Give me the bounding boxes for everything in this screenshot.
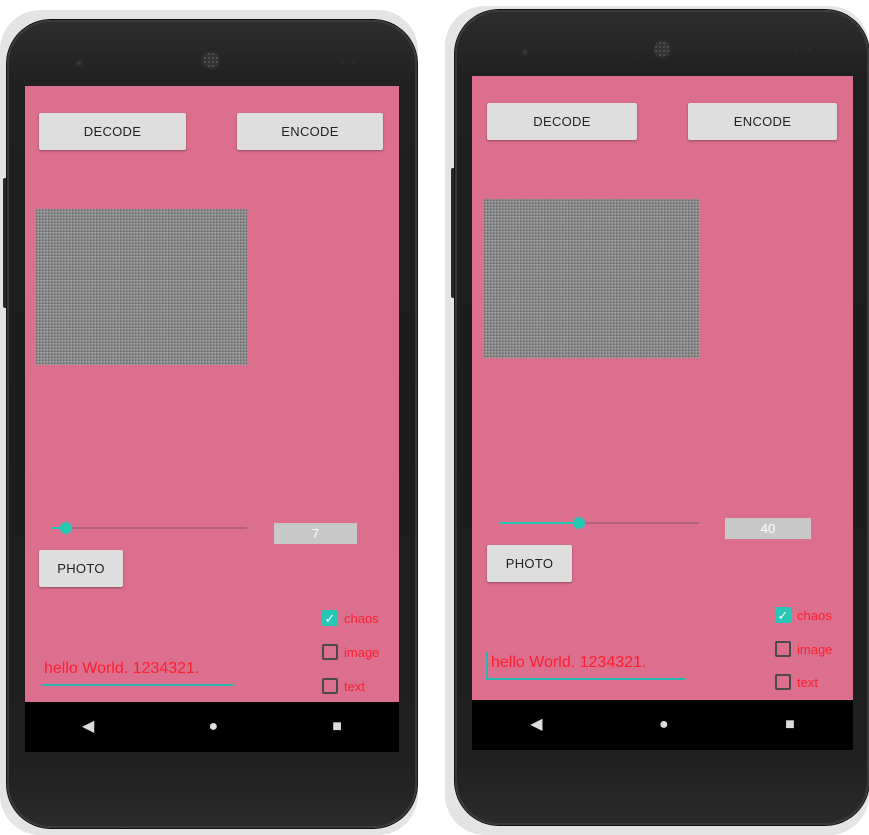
message-input[interactable]: hello World. 1234321. [488,650,685,680]
checkbox-label: image [344,644,380,660]
checkbox-label: chaos [344,610,379,626]
sensor-dot [807,48,811,52]
checkbox-label: text [797,674,818,690]
earpiece-speaker-icon [654,41,670,57]
checkbox-box[interactable]: ✓ [775,607,791,623]
slider-value-field[interactable]: 40 [725,518,811,539]
checkbox-box[interactable] [322,678,338,694]
encode-button[interactable]: ENCODE [237,113,383,150]
recents-icon[interactable]: ■ [785,717,795,733]
checkbox-box[interactable] [775,674,791,690]
checkbox-label: chaos [797,607,832,623]
checkbox-label: text [344,678,365,694]
app-screen: DECODE ENCODE 7 PHOTO ✓ chaos image text… [25,86,399,702]
slider-fill [499,522,579,524]
checkbox-box[interactable] [322,644,338,660]
recents-icon[interactable]: ■ [332,719,342,735]
back-icon[interactable]: ◀ [82,719,94,735]
encrypted-image-preview [35,209,247,365]
checkbox-image[interactable]: image [322,644,379,660]
message-input[interactable]: hello World. 1234321. [41,656,234,686]
front-camera-icon [521,48,529,56]
decode-button[interactable]: DECODE [39,113,186,150]
home-icon[interactable]: ● [659,717,669,733]
slider-thumb[interactable] [573,517,585,529]
checkbox-chaos[interactable]: ✓ chaos [775,607,832,623]
encode-button[interactable]: ENCODE [688,103,837,140]
checkbox-text[interactable]: text [775,674,818,690]
sensor-dot [340,60,344,64]
back-icon[interactable]: ◀ [530,717,542,733]
checkbox-label: image [797,641,833,657]
sensor-dot [352,60,356,64]
checkbox-image[interactable]: image [775,641,832,657]
home-icon[interactable]: ● [208,719,218,735]
checkbox-text[interactable]: text [322,678,365,694]
checkbox-box[interactable]: ✓ [322,610,338,626]
android-nav-bar: ◀ ● ■ [472,700,853,750]
photo-button[interactable]: PHOTO [39,550,123,587]
slider-track[interactable] [52,527,247,529]
sensor-dot [795,48,799,52]
earpiece-speaker-icon [203,52,219,68]
checkbox-box[interactable] [775,641,791,657]
android-nav-bar: ◀ ● ■ [25,702,399,752]
app-screen: DECODE ENCODE 40 PHOTO ✓ chaos image tex… [472,76,853,700]
slider-value-field[interactable]: 7 [274,523,357,544]
photo-button[interactable]: PHOTO [487,545,572,582]
checkbox-chaos[interactable]: ✓ chaos [322,610,379,626]
slider-thumb[interactable] [59,522,72,534]
front-camera-icon [75,59,83,67]
decode-button[interactable]: DECODE [487,103,637,140]
encrypted-image-preview [483,199,700,358]
